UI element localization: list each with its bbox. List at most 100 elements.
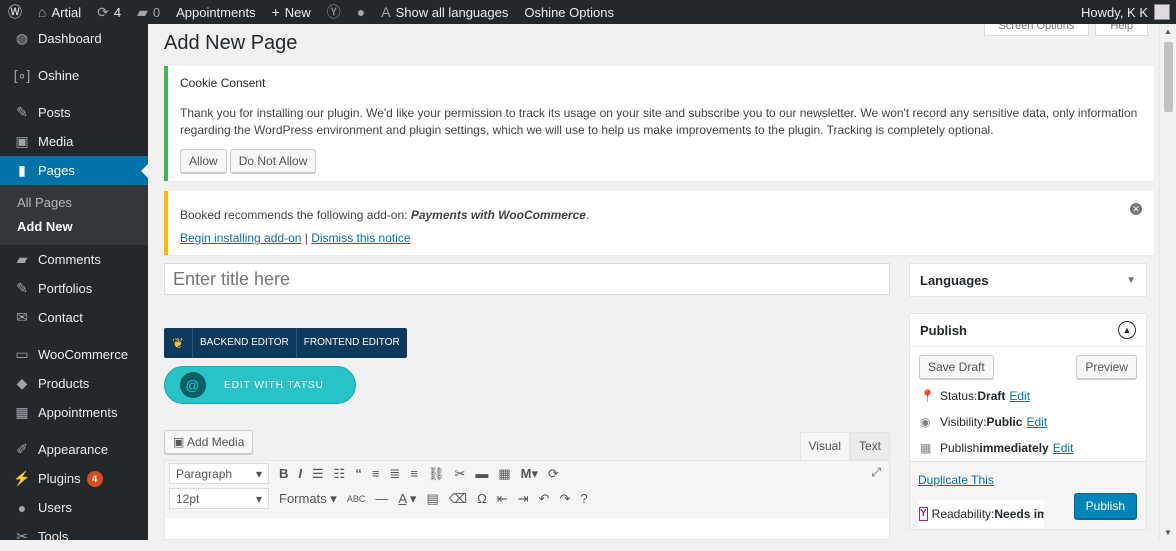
appointments-link[interactable]: Appointments bbox=[168, 0, 264, 24]
sidebar-item-products[interactable]: ◆ Products bbox=[0, 369, 148, 398]
post-visibility: ◉ Visibility: Public Edit bbox=[920, 415, 1048, 429]
languages-box-header[interactable]: Languages ▼ bbox=[910, 264, 1146, 296]
sidebar-item-users[interactable]: ● Users bbox=[0, 493, 148, 522]
publish-button[interactable]: Publish bbox=[1073, 493, 1137, 519]
sidebar-item-dashboard[interactable]: ◍ Dashboard bbox=[0, 24, 148, 53]
shortcode-icon[interactable]: M▾ bbox=[521, 466, 538, 482]
sidebar-item-plugins[interactable]: ⚡ Plugins 4 bbox=[0, 464, 148, 493]
preview-button[interactable]: Preview bbox=[1076, 355, 1137, 379]
formats-dropdown[interactable]: Formats ▾ bbox=[279, 491, 337, 507]
woocommerce-icon: ▭ bbox=[15, 346, 29, 362]
sidebar-item-pages[interactable]: ▮ Pages bbox=[0, 156, 148, 185]
toolbar-toggle-icon[interactable]: ▦ bbox=[498, 466, 510, 482]
fullscreen-icon[interactable]: ⤢ bbox=[871, 465, 881, 480]
indent-icon[interactable]: ⇥ bbox=[518, 491, 529, 507]
sidebar-item-portfolios[interactable]: ✎ Portfolios bbox=[0, 274, 148, 303]
help-tab[interactable]: Help bbox=[1095, 24, 1148, 36]
new-content-link[interactable]: + New bbox=[264, 0, 319, 24]
text-color-icon[interactable]: A ▾ bbox=[398, 491, 416, 507]
brush-icon: ✐ bbox=[16, 441, 28, 457]
close-icon[interactable]: ✕ bbox=[1130, 203, 1142, 215]
title-input[interactable]: Enter title here bbox=[164, 263, 890, 295]
undo-icon[interactable]: ↶ bbox=[539, 491, 550, 507]
horizontal-line-icon[interactable]: — bbox=[375, 491, 388, 506]
edit-publish-time-link[interactable]: Edit bbox=[1053, 441, 1074, 455]
align-center-icon[interactable]: ≣ bbox=[389, 466, 400, 482]
sidebar-item-woocommerce[interactable]: ▭ WooCommerce bbox=[0, 340, 148, 369]
edit-visibility-link[interactable]: Edit bbox=[1026, 415, 1047, 429]
sidebar-metaboxes: Languages ▼ Publish ▲ Save Draft Preview 📍… bbox=[909, 263, 1147, 530]
admin-bar: Ⓦ ⌂ Artial ⟳ 4 ▰ 0 Appointments + New Ⓨ ● AS… bbox=[0, 0, 1176, 24]
strikethrough-icon[interactable]: ABC bbox=[347, 494, 366, 504]
editor-content-area[interactable] bbox=[164, 518, 890, 540]
bold-icon[interactable]: B bbox=[279, 466, 288, 481]
sidebar-item-tools[interactable]: ✂ Tools bbox=[0, 522, 148, 551]
site-name-link[interactable]: ⌂ Artial bbox=[30, 0, 89, 24]
sidebar-item-contact[interactable]: ✉ Contact bbox=[0, 303, 148, 332]
tab-text[interactable]: Text bbox=[849, 432, 890, 460]
special-character-icon[interactable]: Ω bbox=[477, 491, 487, 506]
format-select[interactable]: Paragraph ▾ bbox=[169, 463, 269, 484]
sidebar-item-appointments[interactable]: ▦ Appointments bbox=[0, 398, 148, 427]
tab-visual[interactable]: Visual bbox=[799, 432, 850, 460]
plug-icon: ⚡ bbox=[13, 470, 31, 486]
sidebar-item-posts[interactable]: ✎ Posts bbox=[0, 98, 148, 127]
sidebar-item-oshine[interactable]: [∘] Oshine bbox=[0, 61, 148, 90]
clear-formatting-icon[interactable]: ⌫ bbox=[449, 491, 467, 507]
align-left-icon[interactable]: ≡ bbox=[372, 466, 380, 481]
sidebar-item-media[interactable]: ▣ Media bbox=[0, 127, 148, 156]
edit-with-tatsu-button[interactable]: @ EDIT WITH TATSU bbox=[164, 366, 356, 404]
do-not-allow-button[interactable]: Do Not Allow bbox=[229, 149, 317, 173]
duplicate-this-link[interactable]: Duplicate This bbox=[918, 473, 994, 487]
save-draft-button[interactable]: Save Draft bbox=[919, 355, 994, 379]
edit-status-link[interactable]: Edit bbox=[1009, 389, 1030, 403]
tatsu-logo-icon: @ bbox=[180, 372, 206, 398]
languages-link[interactable]: A Show all languages bbox=[373, 0, 516, 24]
sidebar-item-appearance[interactable]: ✐ Appearance bbox=[0, 435, 148, 464]
yoast-icon[interactable]: Ⓨ bbox=[319, 0, 349, 24]
begin-installing-link[interactable]: Begin installing add-on bbox=[180, 231, 301, 245]
home-icon: ⌂ bbox=[38, 4, 47, 20]
dismiss-notice-link[interactable]: Dismiss this notice bbox=[311, 231, 410, 245]
publish-box-header[interactable]: Publish ▲ bbox=[910, 314, 1146, 346]
refresh-icon[interactable]: ⟳ bbox=[548, 466, 559, 482]
main-content: Screen Options Help Add New Page Cookie … bbox=[164, 24, 1154, 520]
refresh-icon: ⟳ bbox=[97, 3, 109, 20]
blockquote-icon[interactable]: “ bbox=[355, 466, 362, 481]
oshine-icon: [∘] bbox=[13, 67, 31, 83]
allow-button[interactable]: Allow bbox=[180, 149, 227, 173]
status-dot-icon[interactable]: ● bbox=[349, 0, 373, 24]
read-more-icon[interactable]: ▬ bbox=[475, 466, 488, 481]
screen-options-tab[interactable]: Screen Options bbox=[983, 24, 1090, 36]
sidebar-item-comments[interactable]: ▰ Comments bbox=[0, 245, 148, 274]
paste-text-icon[interactable]: ▤ bbox=[426, 491, 438, 507]
font-size-select[interactable]: 12pt ▾ bbox=[169, 488, 269, 509]
page-scrollbar[interactable]: ▲ ▼ bbox=[1159, 24, 1176, 540]
numbered-list-icon[interactable]: ☷ bbox=[334, 466, 346, 482]
scroll-up-icon[interactable]: ▲ bbox=[1164, 27, 1172, 36]
unlink-icon[interactable]: ✂ bbox=[454, 466, 465, 482]
redo-icon[interactable]: ↷ bbox=[560, 491, 571, 507]
outdent-icon[interactable]: ⇤ bbox=[497, 491, 508, 507]
collapse-icon[interactable]: ▲ bbox=[1118, 321, 1136, 339]
link-icon[interactable]: ⛓ bbox=[428, 466, 445, 482]
theme-options-link[interactable]: Oshine Options bbox=[516, 0, 622, 24]
sidebar-subitem-all-pages[interactable]: All Pages bbox=[0, 191, 148, 215]
align-right-icon[interactable]: ≡ bbox=[410, 466, 418, 481]
cookie-consent-notice: Cookie Consent Thank you for installing … bbox=[164, 66, 1154, 181]
bullet-list-icon[interactable]: ☰ bbox=[312, 466, 324, 482]
plugins-update-badge: 4 bbox=[86, 470, 103, 487]
box-icon: ◆ bbox=[16, 375, 28, 391]
updates-link[interactable]: ⟳ 4 bbox=[89, 0, 129, 24]
wordpress-logo-icon[interactable]: Ⓦ bbox=[0, 0, 30, 24]
backend-editor-button[interactable]: BACKEND EDITOR bbox=[192, 328, 296, 358]
comments-link[interactable]: ▰ 0 bbox=[129, 0, 168, 24]
account-menu[interactable]: Howdy, K K bbox=[1073, 0, 1176, 24]
help-icon[interactable]: ? bbox=[580, 491, 587, 506]
scroll-down-icon[interactable]: ▼ bbox=[1164, 528, 1172, 537]
italic-icon[interactable]: I bbox=[298, 466, 302, 481]
sidebar-subitem-add-new[interactable]: Add New bbox=[0, 215, 148, 239]
scrollbar-thumb[interactable] bbox=[1164, 42, 1173, 112]
add-media-button[interactable]: ▣ Add Media bbox=[164, 430, 254, 454]
frontend-editor-button[interactable]: FRONTEND EDITOR bbox=[295, 328, 407, 358]
